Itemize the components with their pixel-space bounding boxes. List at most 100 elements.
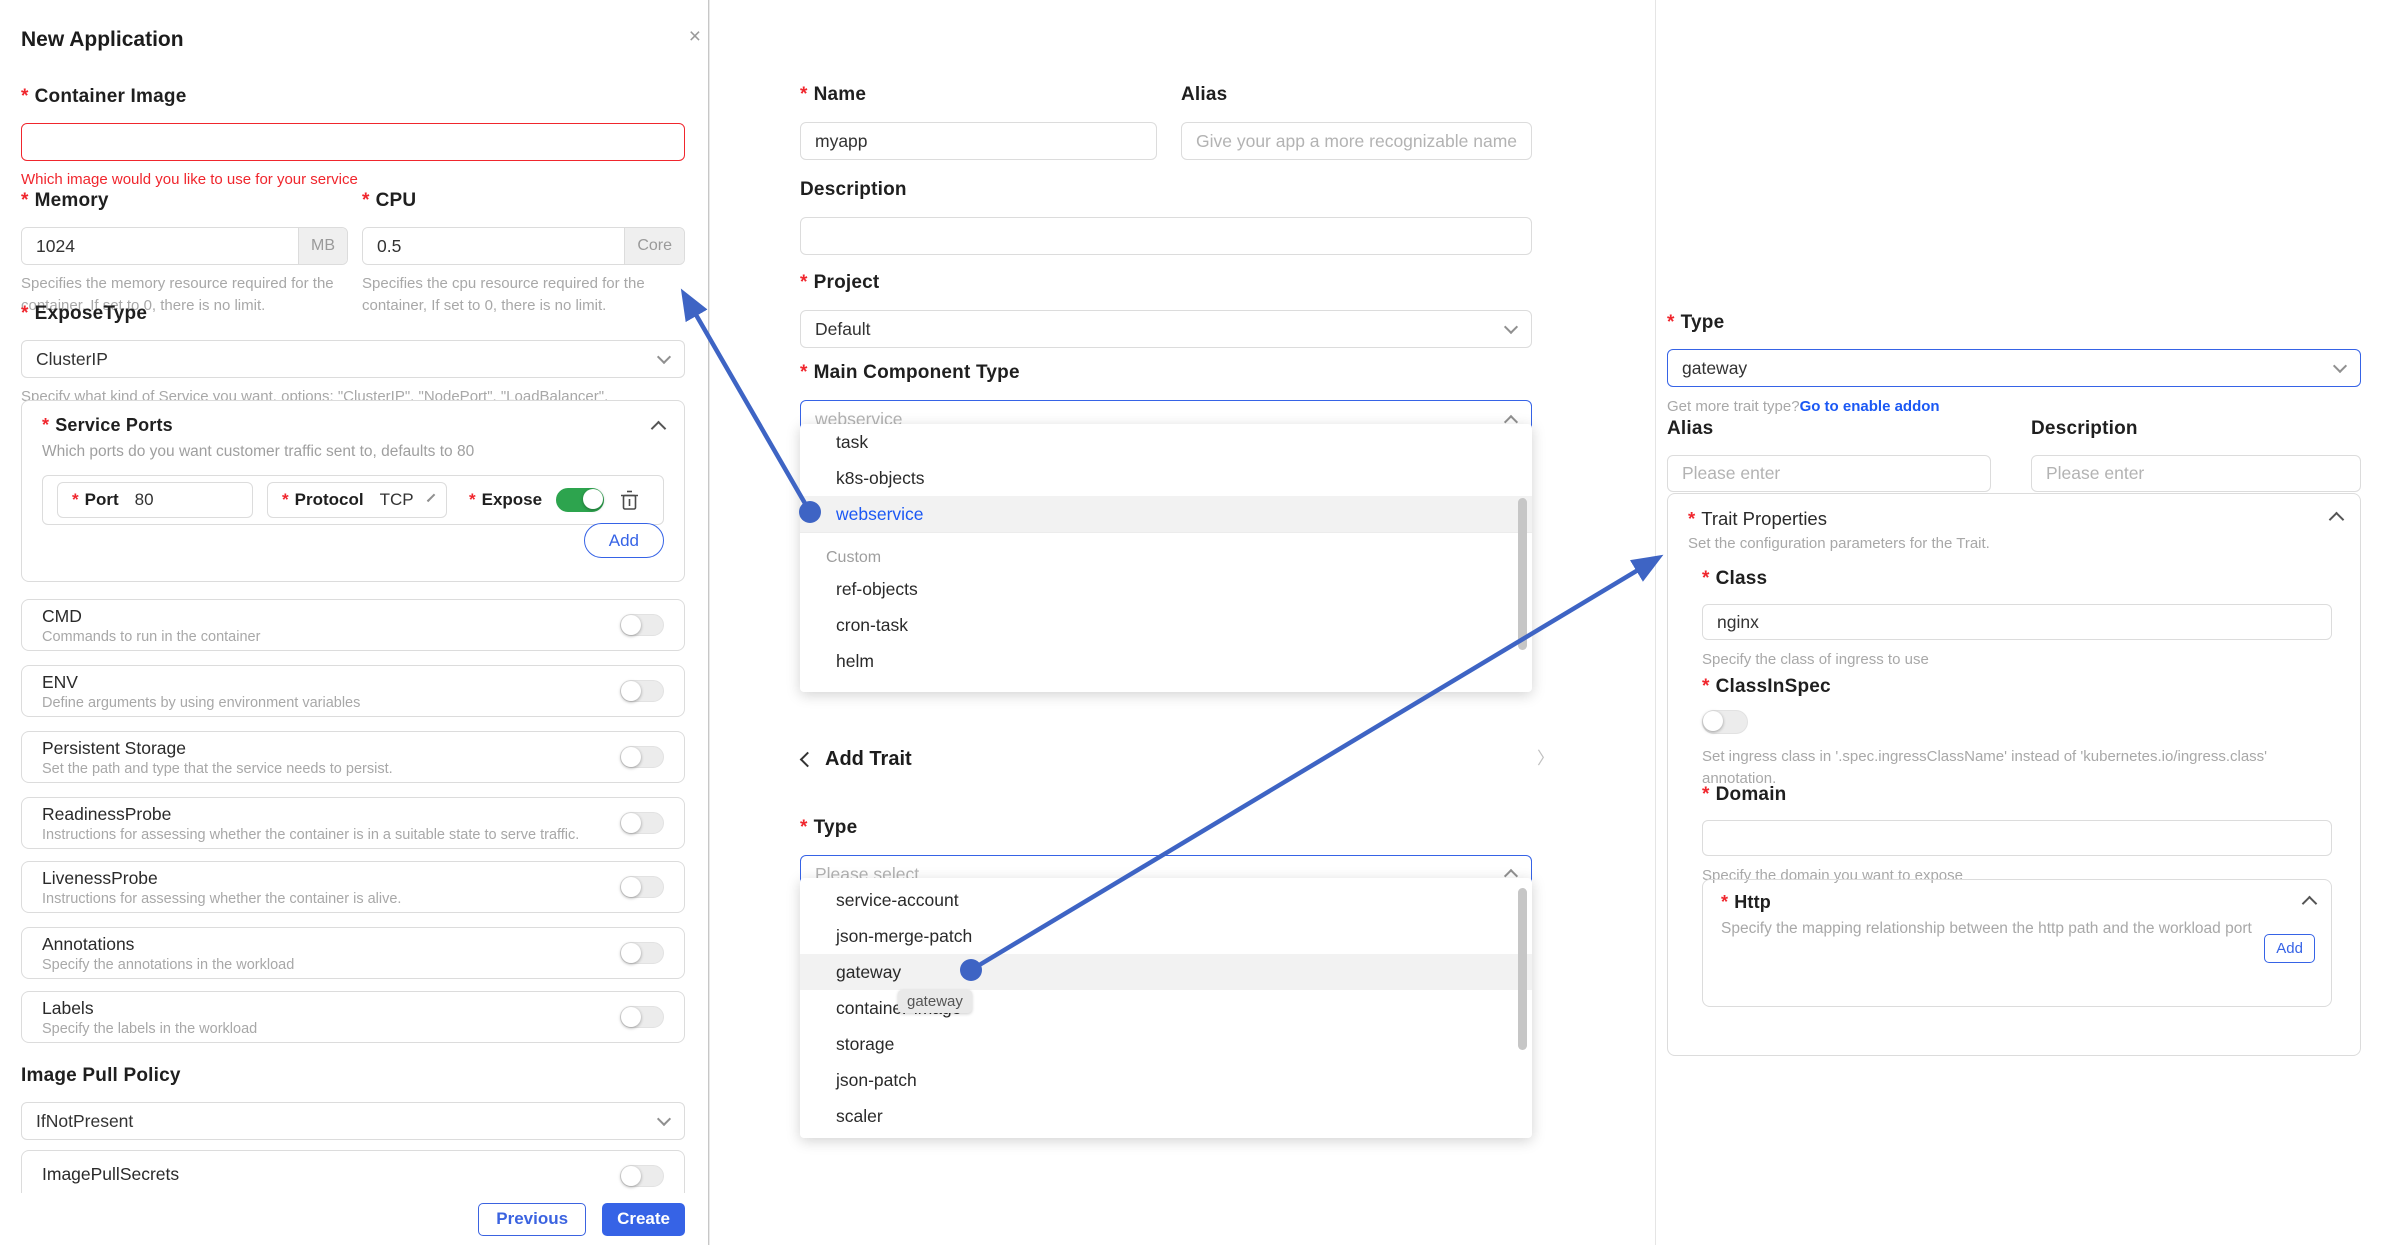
toggle-card-title: Persistent Storage xyxy=(42,738,664,759)
main-component-type-label: *Main Component Type xyxy=(800,362,1532,384)
trait-description-label: Description xyxy=(2031,418,2361,440)
name-input[interactable] xyxy=(800,122,1157,160)
collapse-chevron-up-icon[interactable] xyxy=(2329,512,2345,528)
dropdown-option[interactable]: json-patch xyxy=(800,1062,1532,1098)
back-chevron-icon xyxy=(800,752,816,768)
toggle-card: LivenessProbe Instructions for assessing… xyxy=(21,861,685,913)
dropdown-option[interactable]: helm xyxy=(800,643,1532,679)
port-group[interactable]: *Port 80 xyxy=(57,482,253,518)
toggle-card-desc: Instructions for assessing whether the c… xyxy=(42,827,664,843)
image-pull-policy-label: Image Pull Policy xyxy=(21,1065,685,1087)
trait-alias-input[interactable] xyxy=(1667,455,1991,492)
trait-description-input[interactable] xyxy=(2031,455,2361,492)
trait-description-field: Description xyxy=(2031,418,2361,492)
enable-addon-link[interactable]: Go to enable addon xyxy=(1800,398,1940,415)
add-http-button[interactable]: Add xyxy=(2264,934,2315,963)
previous-button[interactable]: Previous xyxy=(478,1203,586,1236)
description-label: Description xyxy=(800,179,1532,201)
container-image-field: *Container Image Which image would you l… xyxy=(21,86,685,191)
feature-toggle[interactable] xyxy=(620,942,664,964)
cpu-label: *CPU xyxy=(362,190,685,212)
toggle-card-title: Labels xyxy=(42,998,664,1019)
trait-type-dropdown: service-accountjson-merge-patchgatewayco… xyxy=(800,878,1532,1138)
trait-panel-type-select[interactable] xyxy=(1667,349,2361,387)
add-trait-title: Add Trait xyxy=(825,748,912,771)
cpu-input[interactable] xyxy=(363,228,624,264)
feature-toggle[interactable] xyxy=(620,1006,664,1028)
add-trait-back[interactable]: Add Trait xyxy=(802,748,912,771)
memory-input[interactable] xyxy=(22,228,298,264)
dropdown-option[interactable]: json-merge-patch xyxy=(800,918,1532,954)
toggle-card-desc: Specify the labels in the workload xyxy=(42,1021,664,1037)
name-label: *Name xyxy=(800,84,1157,106)
class-input[interactable] xyxy=(1702,604,2332,640)
service-ports-label: *Service Ports xyxy=(42,415,664,436)
trait-properties-card: *Trait Properties Set the configuration … xyxy=(1667,493,2361,1056)
protocol-value[interactable]: TCP xyxy=(380,490,414,510)
domain-label: *Domain xyxy=(1702,784,2332,806)
class-in-spec-field: *ClassInSpec Set ingress class in '.spec… xyxy=(1702,676,2332,790)
feature-toggle[interactable] xyxy=(620,876,664,898)
domain-input[interactable] xyxy=(1702,820,2332,856)
description-field: Description xyxy=(800,179,1532,255)
description-input[interactable] xyxy=(800,217,1532,255)
add-port-button[interactable]: Add xyxy=(584,523,664,558)
expose-type-value[interactable] xyxy=(21,340,685,378)
toggle-card-title: Annotations xyxy=(42,934,664,955)
expose-toggle[interactable] xyxy=(556,488,604,512)
project-label: *Project xyxy=(800,272,1532,294)
drawer-footer: Previous Create xyxy=(0,1193,709,1245)
toggle-card-title: CMD xyxy=(42,606,664,627)
port-value[interactable]: 80 xyxy=(135,490,154,510)
dropdown-option[interactable]: webservice xyxy=(800,496,1532,532)
expose-group: *Expose xyxy=(469,488,604,512)
class-in-spec-helper: Set ingress class in '.spec.ingressClass… xyxy=(1702,746,2332,790)
component-type-dropdown: taskk8s-objectswebservice Custom ref-obj… xyxy=(800,424,1532,692)
drawer-handle-icon[interactable]: 〉 xyxy=(1537,744,1554,769)
dropdown-scrollbar[interactable] xyxy=(1518,498,1527,650)
dropdown-option[interactable]: task xyxy=(800,424,1532,460)
name-field: *Name xyxy=(800,84,1157,160)
toggle-card: Persistent Storage Set the path and type… xyxy=(21,731,685,783)
image-pull-secrets-toggle[interactable] xyxy=(620,1165,664,1187)
class-in-spec-toggle[interactable] xyxy=(1702,710,1748,734)
trait-panel-type-value[interactable] xyxy=(1667,349,2361,387)
component-type-custom-options: ref-objectscron-taskhelm xyxy=(800,571,1532,679)
dropdown-option[interactable]: gateway xyxy=(800,954,1532,990)
service-ports-card: *Service Ports Which ports do you want c… xyxy=(21,400,685,582)
dropdown-option[interactable]: ref-objects xyxy=(800,571,1532,607)
dropdown-option[interactable]: k8s-objects xyxy=(800,460,1532,496)
dropdown-scrollbar[interactable] xyxy=(1518,888,1527,1050)
feature-toggle[interactable] xyxy=(620,614,664,636)
dropdown-option[interactable]: storage xyxy=(800,1026,1532,1062)
project-value[interactable] xyxy=(800,310,1532,348)
alias-input[interactable] xyxy=(1181,122,1532,160)
create-button[interactable]: Create xyxy=(602,1203,685,1236)
class-in-spec-label: *ClassInSpec xyxy=(1702,676,2332,698)
toggle-card: CMD Commands to run in the container xyxy=(21,599,685,651)
dropdown-option[interactable]: service-account xyxy=(800,882,1532,918)
trait-type-helper: Get more trait type?Go to enable addon xyxy=(1667,396,2361,418)
http-label: *Http xyxy=(1721,892,2313,913)
memory-unit: MB xyxy=(298,228,347,264)
dropdown-option[interactable]: cron-task xyxy=(800,607,1532,643)
project-select[interactable] xyxy=(800,310,1532,348)
toggle-card: Annotations Specify the annotations in t… xyxy=(21,927,685,979)
image-pull-policy-value[interactable] xyxy=(21,1102,685,1140)
toggle-card-desc: Commands to run in the container xyxy=(42,629,664,645)
trait-panel-type-field: *Type Get more trait type?Go to enable a… xyxy=(1667,312,2361,418)
trash-icon[interactable] xyxy=(620,490,639,511)
toggle-card: ENV Define arguments by using environmen… xyxy=(21,665,685,717)
image-pull-policy-select[interactable] xyxy=(21,1102,685,1140)
expose-type-select[interactable] xyxy=(21,340,685,378)
toggle-card-title: LivenessProbe xyxy=(42,868,664,889)
dropdown-option[interactable]: scaler xyxy=(800,1098,1532,1134)
feature-toggle[interactable] xyxy=(620,680,664,702)
close-icon[interactable]: × xyxy=(689,26,701,47)
feature-toggle[interactable] xyxy=(620,746,664,768)
expose-type-label: *ExposeType xyxy=(21,303,685,325)
feature-toggle[interactable] xyxy=(620,812,664,834)
container-image-input[interactable] xyxy=(21,123,685,161)
protocol-group[interactable]: *Protocol TCP xyxy=(267,482,447,518)
trait-properties-header: *Trait Properties Set the configuration … xyxy=(1688,508,2330,552)
